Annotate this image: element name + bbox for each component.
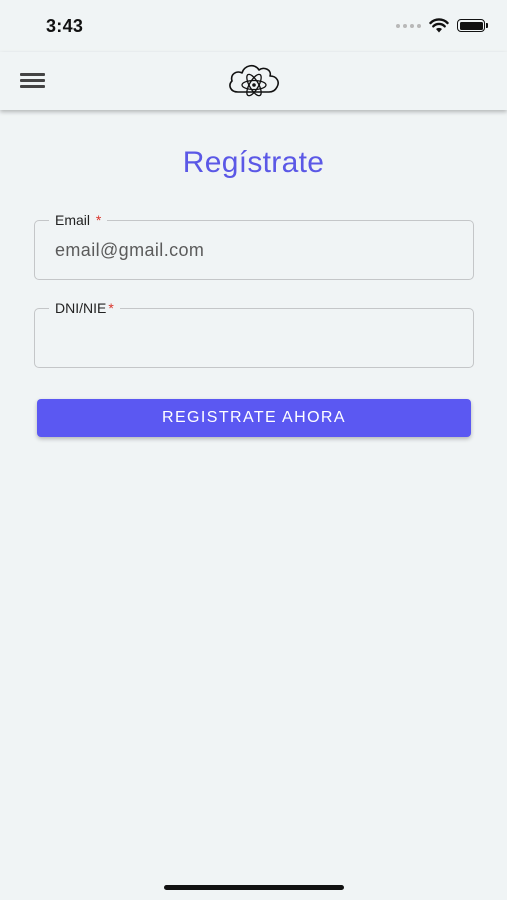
email-input[interactable] (55, 235, 455, 265)
battery-icon (457, 19, 488, 32)
dni-input[interactable] (55, 323, 455, 353)
dni-field[interactable]: DNI/NIE * (34, 299, 474, 368)
cloud-atom-logo (229, 64, 279, 97)
page-title: Regístrate (182, 146, 325, 179)
dni-label: DNI/NIE * (49, 299, 120, 317)
status-bar: 3:43 (0, 0, 507, 52)
status-icons (396, 18, 488, 33)
required-mark: * (108, 300, 114, 316)
email-field[interactable]: Email * (34, 211, 474, 280)
signal-dots-icon (396, 23, 421, 28)
app-header (0, 52, 507, 110)
hamburger-menu-icon[interactable] (20, 73, 45, 89)
wifi-icon (429, 18, 449, 33)
home-indicator[interactable] (164, 885, 344, 890)
email-label: Email * (49, 211, 108, 229)
status-time: 3:43 (46, 16, 84, 36)
register-button[interactable]: REGISTRATE AHORA (37, 399, 471, 437)
required-mark: * (95, 212, 102, 228)
